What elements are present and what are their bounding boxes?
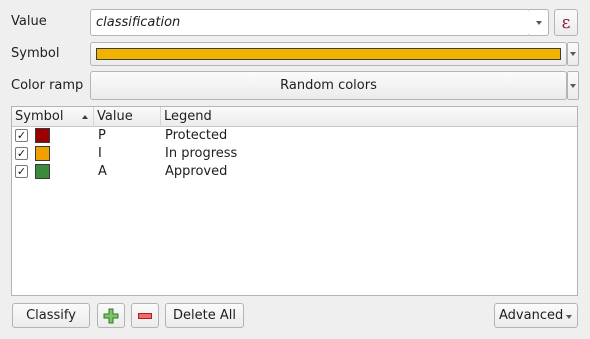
class-color-swatch[interactable] (35, 146, 50, 161)
symbol-label: Symbol (11, 46, 60, 61)
symbol-color-swatch (96, 48, 561, 60)
sort-ascending-icon (82, 115, 88, 119)
table-header: Symbol Value Legend (12, 107, 577, 127)
advanced-menu-button[interactable]: Advanced (494, 303, 578, 328)
header-value[interactable]: Value (94, 107, 161, 127)
value-label: Value (11, 14, 47, 29)
class-value: A (98, 164, 107, 179)
chevron-down-icon (570, 52, 576, 56)
color-ramp-dropdown-button[interactable] (567, 71, 579, 100)
expression-button[interactable]: ε (554, 9, 578, 36)
epsilon-icon: ε (561, 12, 571, 33)
class-checkbox[interactable]: ✓ (15, 147, 28, 160)
header-symbol[interactable]: Symbol (12, 107, 94, 127)
class-checkbox[interactable]: ✓ (15, 129, 28, 142)
remove-class-button[interactable] (131, 303, 159, 328)
color-ramp-button[interactable]: Random colors (90, 71, 567, 100)
value-dropdown-button[interactable] (529, 9, 549, 36)
table-row[interactable]: ✓ I In progress (12, 145, 577, 163)
class-legend: Protected (165, 128, 228, 143)
class-color-swatch[interactable] (35, 164, 50, 179)
chevron-down-icon (566, 315, 572, 319)
symbol-dropdown-button[interactable] (567, 42, 579, 66)
value-field-input[interactable]: classification (90, 9, 530, 36)
minus-icon (138, 312, 152, 319)
class-legend: In progress (165, 146, 238, 161)
chevron-down-icon (570, 83, 576, 88)
symbol-button[interactable] (90, 42, 567, 66)
classify-button[interactable]: Classify (12, 303, 90, 328)
classes-table[interactable]: Symbol Value Legend ✓ P Protected ✓ I In… (11, 106, 578, 296)
add-class-button[interactable] (97, 303, 125, 328)
class-value: I (98, 146, 102, 161)
table-row[interactable]: ✓ P Protected (12, 127, 577, 145)
class-color-swatch[interactable] (35, 128, 50, 143)
delete-all-button[interactable]: Delete All (165, 303, 244, 328)
table-row[interactable]: ✓ A Approved (12, 163, 577, 181)
header-legend[interactable]: Legend (161, 107, 577, 127)
chevron-down-icon (535, 20, 542, 25)
color-ramp-label: Color ramp (11, 78, 84, 93)
class-value: P (98, 128, 106, 143)
plus-icon (103, 308, 119, 323)
class-legend: Approved (165, 164, 228, 179)
class-checkbox[interactable]: ✓ (15, 165, 28, 178)
